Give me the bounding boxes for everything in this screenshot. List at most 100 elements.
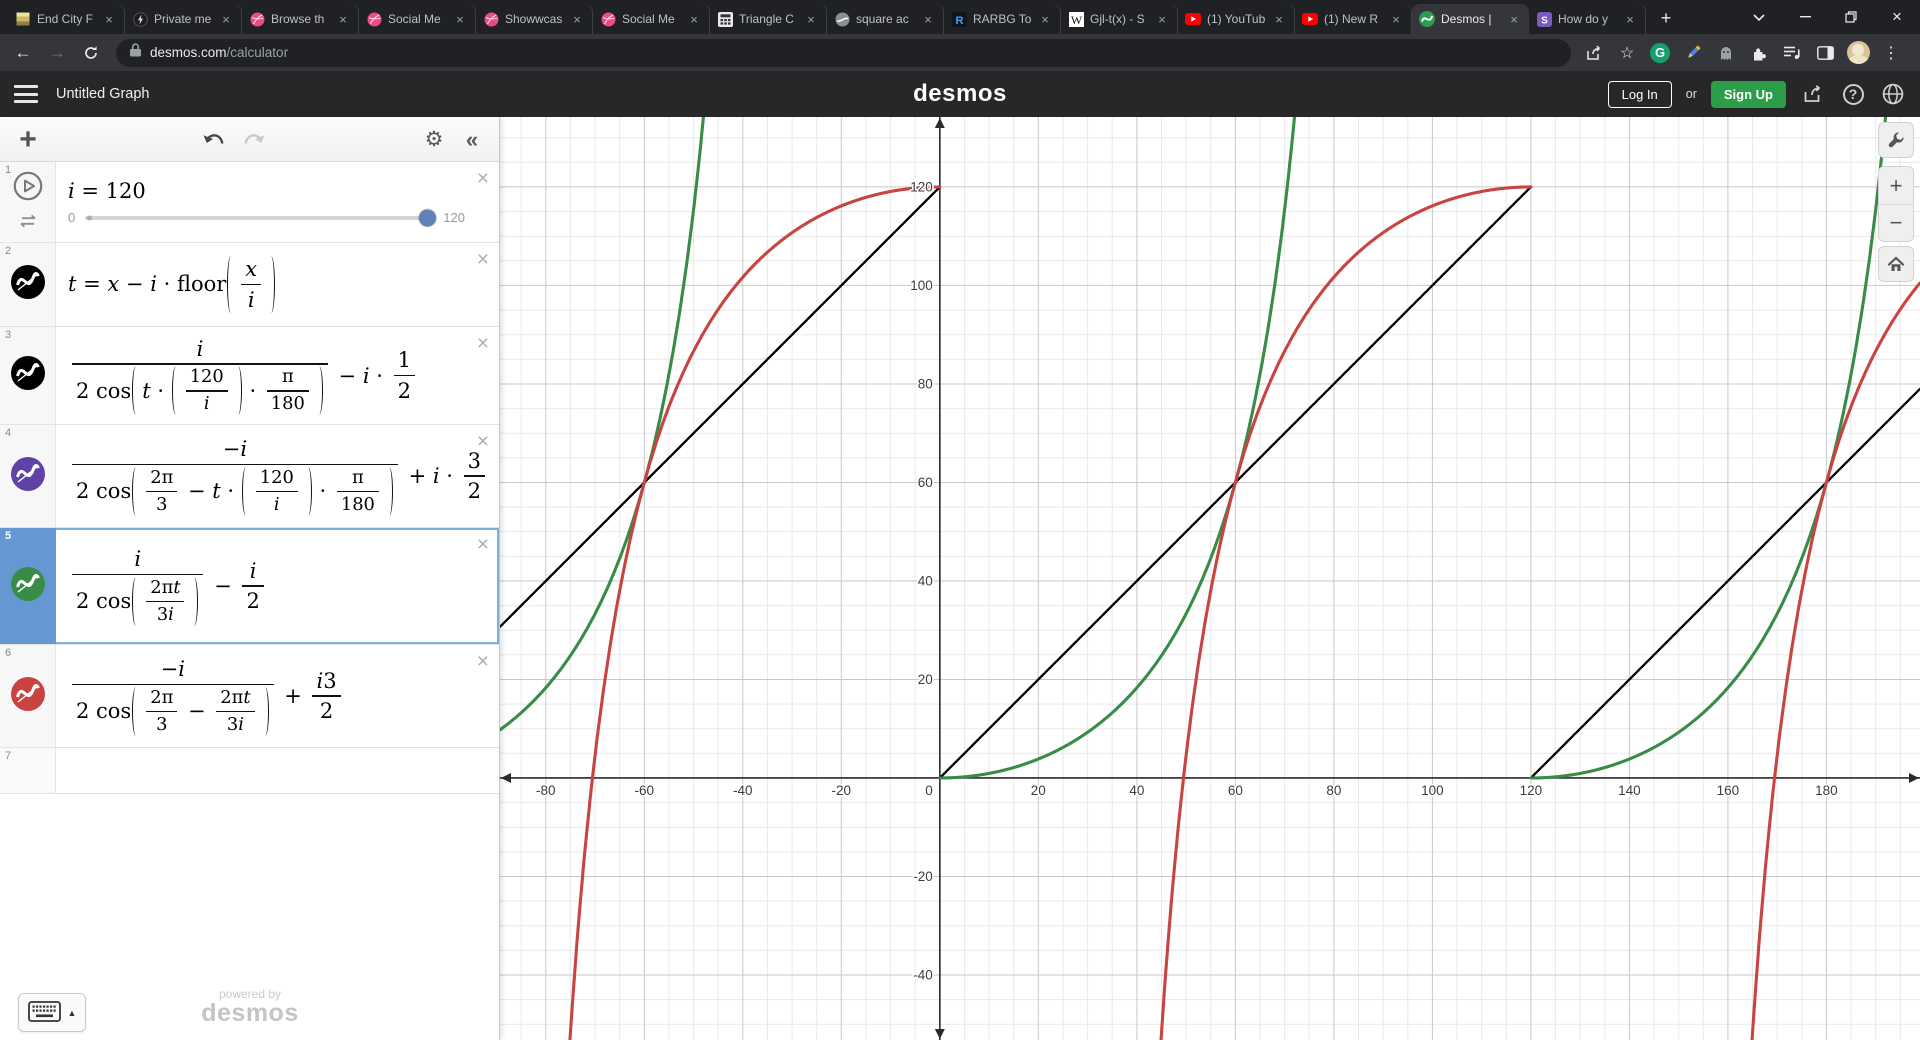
ghost-extension-icon[interactable]	[1713, 40, 1739, 66]
expression-math[interactable]: t = x − i · floorxi	[68, 256, 465, 313]
main-menu-icon[interactable]	[14, 85, 38, 103]
help-icon[interactable]: ?	[1840, 81, 1866, 107]
browser-tab[interactable]: WGjl-t(x) - S×	[1061, 4, 1178, 34]
graph-settings-gear-icon[interactable]: ⚙	[416, 117, 452, 162]
extensions-puzzle-icon[interactable]	[1746, 40, 1772, 66]
browser-tab[interactable]: (1) New R×	[1295, 4, 1412, 34]
slider-loop-mode-icon[interactable]	[18, 214, 38, 233]
zoom-out-button[interactable]: −	[1878, 204, 1914, 241]
window-close-button[interactable]: ×	[1874, 0, 1920, 34]
browser-tab[interactable]: Triangle C×	[710, 4, 827, 34]
browser-tab[interactable]: Showwcas×	[476, 4, 593, 34]
graph-title[interactable]: Untitled Graph	[56, 86, 150, 102]
remove-expression-icon[interactable]: ×	[477, 431, 489, 452]
tab-close-icon[interactable]: ×	[1154, 12, 1170, 27]
slider-handle[interactable]	[419, 209, 436, 226]
address-bar[interactable]: desmos.com/calculator	[116, 39, 1571, 67]
share-graph-icon[interactable]	[1800, 81, 1826, 107]
browser-tab[interactable]: Social Me×	[359, 4, 476, 34]
expression-row-2[interactable]: 2t = x − i · floorxi ×	[0, 243, 499, 327]
expression-math[interactable]: i = 120	[68, 179, 465, 203]
tab-close-icon[interactable]: ×	[569, 12, 585, 27]
browser-tab[interactable]: Browse th×	[242, 4, 359, 34]
redo-button[interactable]	[236, 117, 272, 162]
tab-search-chevron-icon[interactable]	[1736, 0, 1782, 34]
expression-style-icon[interactable]	[11, 457, 45, 496]
tab-close-icon[interactable]: ×	[686, 12, 702, 27]
default-viewport-home-button[interactable]	[1878, 246, 1914, 282]
expression-math[interactable]: i2 cos2πt3i − i2	[68, 546, 465, 626]
side-panel-icon[interactable]	[1812, 40, 1838, 66]
slider-max-label[interactable]: 120	[443, 210, 465, 225]
zoom-in-button[interactable]: +	[1878, 167, 1914, 204]
expression-gutter[interactable]: 7	[0, 748, 56, 793]
expression-content[interactable]: i2 cos2πt3i − i2	[56, 528, 499, 644]
keyboard-toggle-button[interactable]: ▲	[18, 993, 86, 1032]
undo-button[interactable]	[196, 117, 232, 162]
tab-close-icon[interactable]: ×	[920, 12, 936, 27]
remove-expression-icon[interactable]: ×	[477, 168, 489, 189]
window-restore-button[interactable]	[1828, 0, 1874, 34]
collapse-panel-icon[interactable]: «	[454, 117, 490, 162]
lock-icon[interactable]	[130, 43, 141, 62]
browser-tab[interactable]: Desmos |×	[1412, 4, 1529, 34]
remove-expression-icon[interactable]: ×	[477, 249, 489, 270]
forward-button[interactable]: →	[42, 38, 72, 68]
graph-canvas[interactable]: -80-60-40-200204060801001201401601801201…	[500, 117, 1920, 1040]
tab-close-icon[interactable]: ×	[1506, 12, 1522, 27]
expression-row-7[interactable]: 7	[0, 748, 499, 794]
expression-math[interactable]: i2 cost · 120i · π180 − i · 12	[68, 336, 465, 416]
expression-row-5[interactable]: 5i2 cos2πt3i − i2 ×	[0, 528, 499, 645]
browser-tab[interactable]: RRARBG To×	[944, 4, 1061, 34]
tab-close-icon[interactable]: ×	[803, 12, 819, 27]
back-button[interactable]: ←	[8, 38, 38, 68]
slider-track[interactable]	[85, 216, 433, 220]
signup-button[interactable]: Sign Up	[1711, 81, 1786, 108]
expression-math[interactable]: −i2 cos2π3 − 2πt3i + i32	[68, 656, 465, 736]
window-minimize-button[interactable]	[1782, 0, 1828, 34]
graph-paper[interactable]: -80-60-40-200204060801001201401601801201…	[500, 117, 1920, 1040]
expression-gutter[interactable]: 1	[0, 162, 56, 242]
remove-expression-icon[interactable]: ×	[477, 651, 489, 672]
bookmark-star-icon[interactable]: ☆	[1614, 40, 1640, 66]
browser-tab[interactable]: Social Me×	[593, 4, 710, 34]
add-expression-button[interactable]: +	[8, 117, 48, 162]
expression-gutter[interactable]: 5	[0, 528, 56, 644]
share-icon[interactable]	[1581, 40, 1607, 66]
expression-style-icon[interactable]	[11, 356, 45, 395]
expression-row-6[interactable]: 6−i2 cos2π3 − 2πt3i + i32 ×	[0, 645, 499, 748]
profile-avatar[interactable]	[1845, 40, 1871, 66]
expression-style-icon[interactable]	[11, 567, 45, 606]
pencil-extension-icon[interactable]	[1680, 40, 1706, 66]
tab-close-icon[interactable]: ×	[1622, 12, 1638, 27]
expression-gutter[interactable]: 3	[0, 327, 56, 424]
playlist-extension-icon[interactable]	[1779, 40, 1805, 66]
expression-content[interactable]: −i2 cos2π3 − 2πt3i + i32	[56, 645, 499, 747]
grammarly-extension-icon[interactable]: G	[1647, 40, 1673, 66]
login-button[interactable]: Log In	[1608, 81, 1672, 108]
expression-content[interactable]: i = 1200120	[56, 162, 499, 242]
expression-content[interactable]: −i2 cos2π3 − t · 120i · π180 + i · 32	[56, 425, 523, 527]
play-slider-button[interactable]	[13, 171, 43, 206]
expression-style-icon[interactable]	[11, 677, 45, 716]
expression-math[interactable]: −i2 cos2π3 − t · 120i · π180 + i · 32	[68, 436, 489, 516]
browser-tab[interactable]: square ac×	[827, 4, 944, 34]
expression-gutter[interactable]: 4	[0, 425, 56, 527]
remove-expression-icon[interactable]: ×	[477, 534, 489, 555]
browser-menu-icon[interactable]: ⋮	[1878, 40, 1904, 66]
browser-tab[interactable]: End City F×	[8, 4, 125, 34]
expression-gutter[interactable]: 2	[0, 243, 56, 326]
language-globe-icon[interactable]	[1880, 81, 1906, 107]
browser-tab[interactable]: Private me×	[125, 4, 242, 34]
graph-settings-wrench-button[interactable]	[1878, 122, 1914, 158]
expression-row-3[interactable]: 3i2 cost · 120i · π180 − i · 12 ×	[0, 327, 499, 425]
expression-gutter[interactable]: 6	[0, 645, 56, 747]
expression-row-1[interactable]: 1i = 1200120×	[0, 162, 499, 243]
expression-style-icon[interactable]	[11, 265, 45, 304]
remove-expression-icon[interactable]: ×	[477, 333, 489, 354]
tab-close-icon[interactable]: ×	[1388, 12, 1404, 27]
tab-close-icon[interactable]: ×	[1271, 12, 1287, 27]
browser-tab[interactable]: SHow do y×	[1529, 4, 1646, 34]
tab-close-icon[interactable]: ×	[452, 12, 468, 27]
browser-tab[interactable]: (1) YouTub×	[1178, 4, 1295, 34]
